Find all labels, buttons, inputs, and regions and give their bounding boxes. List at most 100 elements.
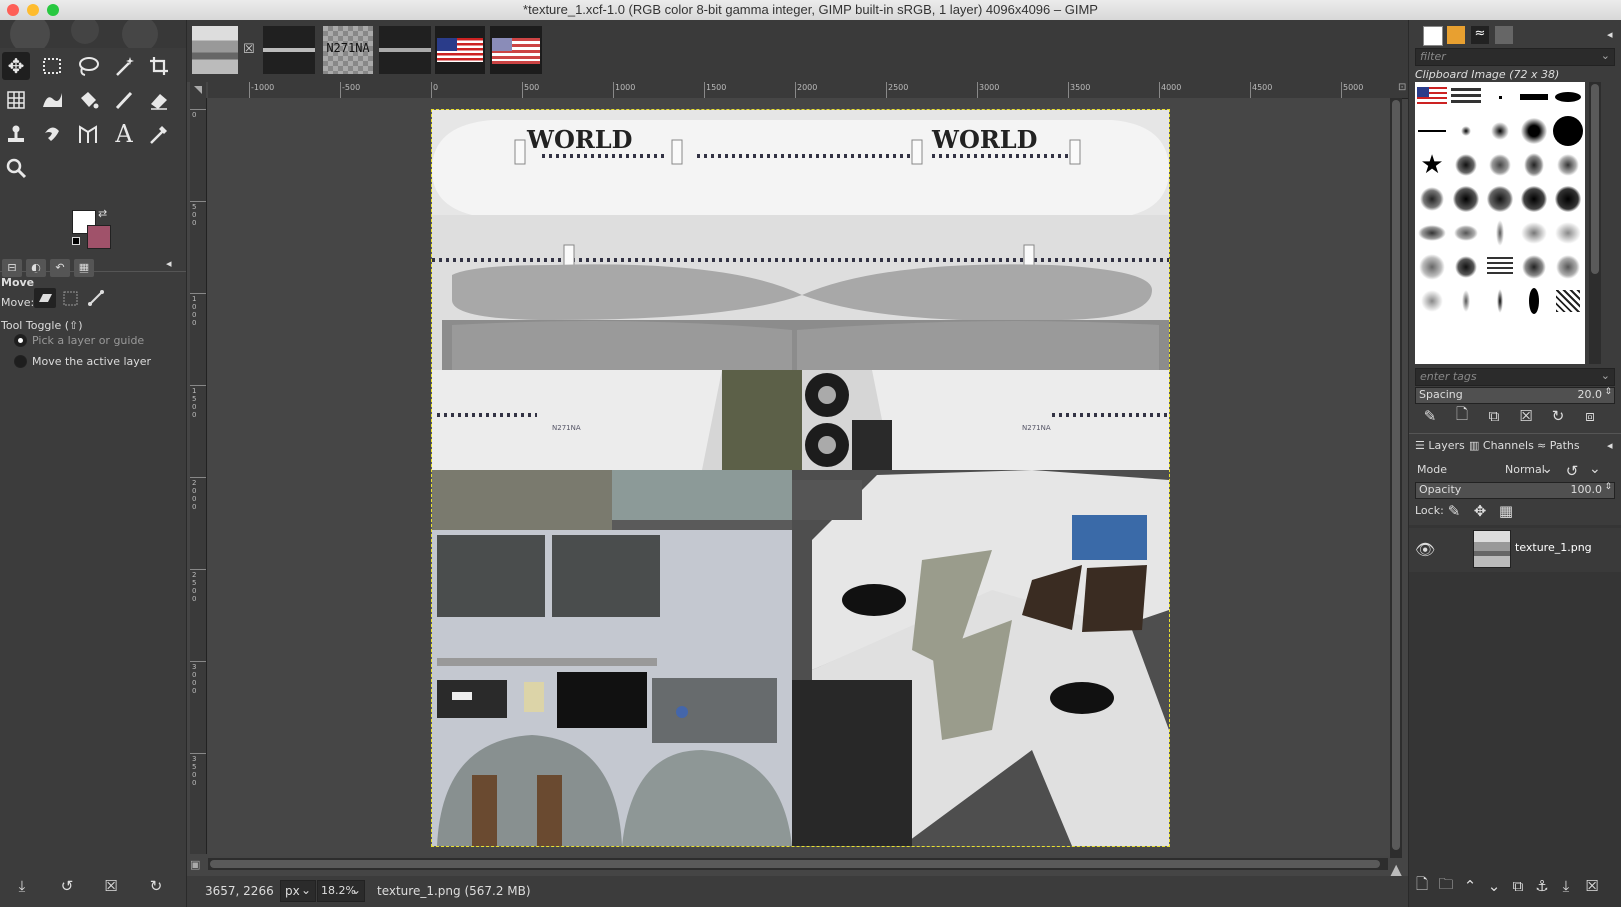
image-tab-2[interactable] xyxy=(263,26,315,74)
dock-menu-icon[interactable]: ◂ xyxy=(166,257,172,270)
brush-pixel[interactable] xyxy=(1485,82,1515,112)
opacity-slider[interactable]: Opacity 100.0 ⇕ xyxy=(1415,482,1615,499)
brush-texture-24[interactable] xyxy=(1553,286,1583,316)
new-layer-icon[interactable]: 🗋 xyxy=(1411,875,1433,897)
bucket-fill-tool-icon[interactable] xyxy=(74,86,102,114)
paintbrush-tool-icon[interactable] xyxy=(110,86,138,114)
clone-tool-icon[interactable] xyxy=(2,120,30,148)
close-tab-icon[interactable]: ☒ xyxy=(243,42,255,57)
tab-channels[interactable]: ▥ Channels xyxy=(1469,439,1534,452)
brush-filter-input[interactable]: filter ⌄ xyxy=(1415,48,1615,66)
restore-tool-preset-icon[interactable]: ↺ xyxy=(56,875,78,897)
brush-clipboard-flag[interactable] xyxy=(1417,82,1447,112)
brushes-tab-icon[interactable] xyxy=(1423,26,1443,46)
vertical-ruler[interactable]: 0 500 1000 1500 2000 2500 3000 3500 xyxy=(190,98,207,854)
rect-select-tool-icon[interactable] xyxy=(38,52,66,80)
brush-tags-input[interactable]: enter tags ⌄ xyxy=(1415,368,1615,386)
brush-star[interactable]: ★ xyxy=(1417,150,1447,180)
paths-tool-icon[interactable] xyxy=(74,120,102,148)
layer-row[interactable]: 👁 texture_1.png xyxy=(1409,528,1621,572)
brush-texture-18[interactable] xyxy=(1519,252,1549,282)
zoom-select[interactable]: 18.2% ⌄ xyxy=(317,880,365,902)
brush-texture-16[interactable] xyxy=(1451,252,1481,282)
move-tool-icon[interactable]: ✥ xyxy=(2,52,30,80)
image-tab-3[interactable]: N271NA xyxy=(323,26,373,74)
delete-layer-icon[interactable]: ☒ xyxy=(1581,875,1603,897)
brush-texture-2[interactable] xyxy=(1485,150,1515,180)
brush-texture-7[interactable] xyxy=(1485,184,1515,214)
delete-tool-preset-icon[interactable]: ☒ xyxy=(100,875,122,897)
fonts-tab-icon[interactable]: ≈ xyxy=(1471,26,1489,44)
brush-soft-3[interactable] xyxy=(1519,116,1549,146)
brush-clipboard-mask[interactable] xyxy=(1451,82,1481,112)
patterns-tab-icon[interactable] xyxy=(1447,26,1465,44)
brush-texture-4[interactable] xyxy=(1553,150,1583,180)
brush-texture-21[interactable] xyxy=(1451,286,1481,316)
dock-menu-icon[interactable]: ◂ xyxy=(1607,439,1613,452)
tab-layers[interactable]: ☰ Layers xyxy=(1415,439,1465,452)
horizontal-scrollbar[interactable] xyxy=(208,858,1388,870)
brush-texture-3[interactable] xyxy=(1519,150,1549,180)
brush-texture-13[interactable] xyxy=(1519,218,1549,248)
new-brush-icon[interactable]: 🗋 xyxy=(1451,405,1473,427)
color-picker-tool-icon[interactable] xyxy=(145,120,173,148)
lower-layer-icon[interactable]: ⌄ xyxy=(1483,875,1505,897)
move-selection-mode-button[interactable] xyxy=(60,288,80,308)
lock-alpha-icon[interactable]: ▦ xyxy=(1495,500,1517,522)
new-layer-group-icon[interactable]: 🗀 xyxy=(1435,875,1457,897)
pick-layer-radio[interactable] xyxy=(14,334,27,347)
brush-oval[interactable] xyxy=(1553,82,1583,112)
brush-texture-17[interactable] xyxy=(1485,252,1515,282)
zoom-tool-icon[interactable] xyxy=(2,154,30,182)
brush-texture-11[interactable] xyxy=(1451,218,1481,248)
undo-history-tab-icon[interactable]: ↶ xyxy=(50,259,70,277)
move-path-mode-button[interactable] xyxy=(86,288,106,308)
images-tab-icon[interactable]: ▦ xyxy=(74,259,94,277)
brush-block[interactable] xyxy=(1519,82,1549,112)
anchor-layer-icon[interactable]: ⚓ xyxy=(1531,875,1553,897)
brush-texture-14[interactable] xyxy=(1553,218,1583,248)
lasso-tool-icon[interactable] xyxy=(74,52,102,80)
crop-tool-icon[interactable] xyxy=(145,52,173,80)
brush-line[interactable] xyxy=(1417,116,1447,146)
spacing-slider[interactable]: Spacing 20.0 ⇕ xyxy=(1415,387,1615,404)
eraser-tool-icon[interactable] xyxy=(145,86,173,114)
warp-transform-tool-icon[interactable] xyxy=(38,86,66,114)
tool-options-tab-icon[interactable]: ⊟ xyxy=(2,259,22,277)
brush-texture-8[interactable] xyxy=(1519,184,1549,214)
brush-soft-2[interactable] xyxy=(1485,116,1515,146)
chevron-down-icon[interactable]: ⌄ xyxy=(1589,461,1601,477)
refresh-brushes-icon[interactable]: ↻ xyxy=(1547,405,1569,427)
texture-image[interactable]: WORLD WORLD N271NA N271NA xyxy=(431,109,1170,847)
brush-texture-23[interactable] xyxy=(1519,286,1549,316)
brush-texture-10[interactable] xyxy=(1417,218,1447,248)
brush-texture-20[interactable] xyxy=(1417,286,1447,316)
tab-paths[interactable]: ≈ Paths xyxy=(1537,439,1580,452)
background-color-swatch[interactable] xyxy=(87,225,111,249)
smudge-tool-icon[interactable] xyxy=(38,120,66,148)
device-status-tab-icon[interactable]: ◐ xyxy=(26,259,46,277)
brush-texture-5[interactable] xyxy=(1417,184,1447,214)
brushes-grid[interactable]: ★ xyxy=(1415,82,1585,364)
unified-transform-tool-icon[interactable] xyxy=(2,86,30,114)
move-layer-mode-button[interactable] xyxy=(34,288,56,308)
duplicate-brush-icon[interactable]: ⧉ xyxy=(1483,405,1505,427)
vertical-scrollbar[interactable] xyxy=(1390,98,1402,858)
brush-texture-12[interactable] xyxy=(1485,218,1515,248)
brush-texture-9[interactable] xyxy=(1553,184,1583,214)
swap-colors-icon[interactable]: ⇄ xyxy=(98,207,107,220)
mode-reset-icon[interactable]: ↺ xyxy=(1561,460,1583,482)
image-tab-flag-2[interactable] xyxy=(490,26,542,74)
image-tab-flag-1[interactable] xyxy=(435,26,485,74)
save-tool-preset-icon[interactable]: ⤓ xyxy=(11,875,33,897)
toggle-quick-mask-icon[interactable]: ▣ xyxy=(190,858,204,872)
raise-layer-icon[interactable]: ⌃ xyxy=(1459,875,1481,897)
lock-pixels-icon[interactable]: ✎ xyxy=(1443,500,1465,522)
horizontal-ruler[interactable]: -1000 -500 0 500 1000 1500 2000 2500 3000 3500 400… xyxy=(208,82,1412,99)
brush-texture-6[interactable] xyxy=(1451,184,1481,214)
brush-hard-circle[interactable] xyxy=(1553,116,1583,146)
reset-tool-options-icon[interactable]: ↻ xyxy=(145,875,167,897)
layer-mode-select[interactable]: Mode Normal ⌄ xyxy=(1415,461,1557,479)
open-brush-as-image-icon[interactable]: ⧈ xyxy=(1579,405,1601,427)
unit-select[interactable]: px ⌄ xyxy=(280,880,316,902)
